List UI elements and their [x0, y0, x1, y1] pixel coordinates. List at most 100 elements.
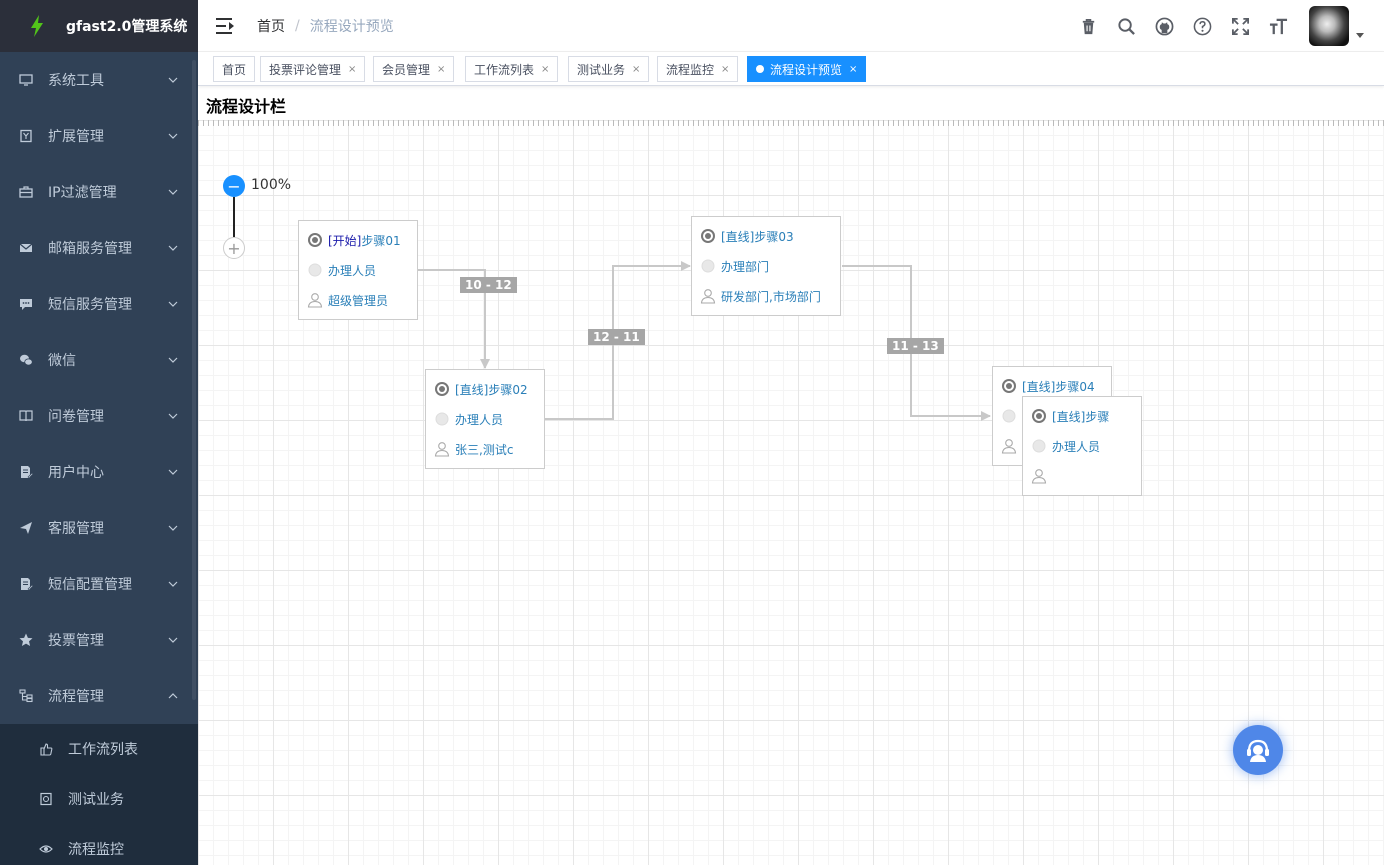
github-icon[interactable] — [1154, 16, 1174, 36]
customer-service-button[interactable] — [1233, 725, 1283, 775]
menu-fold-icon[interactable] — [215, 17, 235, 35]
chevron-down-icon — [168, 189, 178, 195]
flow-node-step03[interactable]: [直线] 步骤03 办理部门 研发部门,市场部门 — [691, 216, 841, 316]
sidebar-item-label: 测试业务 — [68, 792, 124, 808]
node-name: 步骤04 — [1055, 379, 1095, 394]
tree-icon — [18, 688, 34, 704]
sidebar-item-mail-service[interactable]: 邮箱服务管理 — [0, 220, 198, 276]
sidebar-subitem-workflow-list[interactable]: 工作流列表 — [0, 724, 198, 774]
sidebar-item-label: 系统工具 — [48, 73, 104, 89]
user-icon — [700, 288, 716, 304]
close-icon[interactable]: × — [849, 64, 857, 75]
sidebar-item-label: 微信 — [48, 353, 76, 369]
sidebar-item-ip-filter[interactable]: IP过滤管理 — [0, 164, 198, 220]
sidebar-item-label: 工作流列表 — [68, 742, 138, 758]
flow-node-step01[interactable]: [开始] 步骤01 办理人员 超级管理员 — [298, 220, 418, 320]
sidebar-item-questionnaire[interactable]: 问卷管理 — [0, 388, 198, 444]
wechat-icon — [18, 352, 34, 368]
chevron-down-icon — [168, 245, 178, 251]
node-type: [直线] — [1022, 379, 1056, 394]
sidebar-item-workflow[interactable]: 流程管理 — [0, 668, 198, 724]
node-title: [直线] 步骤03 — [692, 221, 840, 251]
node-handler: 研发部门,市场部门 — [692, 281, 840, 311]
gear-icon — [1001, 378, 1017, 394]
chevron-down-icon — [168, 301, 178, 307]
node-name: 步骤01 — [361, 233, 401, 248]
close-icon[interactable]: × — [437, 64, 445, 75]
node-name: 步骤03 — [754, 229, 794, 244]
sidebar: gfast2.0管理系统 系统工具 扩展管理 IP过滤管理 邮箱服务管理 短信服… — [0, 0, 198, 865]
sidebar-item-sms-service[interactable]: 短信服务管理 — [0, 276, 198, 332]
navbar: 首页 / 流程设计预览 — [198, 0, 1384, 52]
tag-test-business[interactable]: 测试业务 × — [568, 56, 650, 82]
tag-member[interactable]: 会员管理 × — [373, 56, 455, 82]
tag-process-design-preview[interactable]: 流程设计预览 × — [747, 56, 867, 82]
tag-vote-comment[interactable]: 投票评论管理 × — [260, 56, 366, 82]
app-title: gfast2.0管理系统 — [66, 19, 188, 35]
close-icon[interactable]: × — [348, 64, 356, 75]
lightning-icon — [31, 15, 43, 37]
document-edit-icon — [18, 464, 34, 480]
flow-node-step05[interactable]: [直线] 步骤 办理人员 — [1022, 396, 1142, 496]
tag-process-monitor[interactable]: 流程监控 × — [657, 56, 739, 82]
circle-icon — [700, 258, 716, 274]
app-root: gfast2.0管理系统 系统工具 扩展管理 IP过滤管理 邮箱服务管理 短信服… — [0, 0, 1384, 865]
sidebar-scrollbar[interactable] — [192, 60, 196, 700]
node-handler-value: 张三,测试c — [455, 442, 514, 457]
sidebar-item-label: 邮箱服务管理 — [48, 241, 132, 257]
connection-label[interactable]: 11 - 13 — [887, 338, 944, 354]
sidebar-subitem-test-business[interactable]: 测试业务 — [0, 774, 198, 824]
headset-icon — [1247, 739, 1269, 762]
node-handler-value: 研发部门,市场部门 — [721, 289, 821, 304]
sidebar-item-label: 客服管理 — [48, 521, 104, 537]
tag-home[interactable]: 首页 — [213, 56, 256, 82]
sidebar-item-system-tools[interactable]: 系统工具 — [0, 52, 198, 108]
close-icon[interactable]: × — [541, 64, 549, 75]
tag-workflow-list[interactable]: 工作流列表 × — [465, 56, 559, 82]
breadcrumb-current: 流程设计预览 — [309, 18, 394, 35]
sidebar-item-label: 流程管理 — [48, 689, 104, 705]
connection-label[interactable]: 10 - 12 — [460, 277, 517, 293]
flow-node-step02[interactable]: [直线] 步骤02 办理人员 张三,测试c — [425, 369, 545, 469]
user-icon — [1001, 438, 1017, 454]
chevron-down-icon — [168, 469, 178, 475]
node-handler-label: 办理部门 — [721, 259, 770, 274]
sidebar-item-sms-config[interactable]: 短信配置管理 — [0, 556, 198, 612]
help-icon[interactable] — [1192, 16, 1212, 36]
close-icon[interactable]: × — [632, 64, 640, 75]
flow-canvas[interactable]: − + 100% 10 - 12 12 - 11 11 - 13 [开始] 步骤0… — [198, 120, 1384, 865]
sidebar-item-extensions[interactable]: 扩展管理 — [0, 108, 198, 164]
mail-icon — [18, 240, 34, 256]
sidebar-item-label: IP过滤管理 — [48, 185, 117, 201]
sidebar-item-vote[interactable]: 投票管理 — [0, 612, 198, 668]
fullscreen-icon[interactable] — [1230, 16, 1250, 36]
node-handler — [1023, 461, 1141, 491]
avatar[interactable] — [1309, 6, 1349, 46]
connection-label[interactable]: 12 - 11 — [588, 329, 645, 345]
sidebar-item-label: 投票管理 — [48, 633, 104, 649]
trash-icon[interactable] — [1078, 16, 1098, 36]
close-icon[interactable]: × — [721, 64, 729, 75]
node-handler-type: 办理人员 — [426, 404, 544, 434]
sidebar-item-wechat[interactable]: 微信 — [0, 332, 198, 388]
logo[interactable]: gfast2.0管理系统 — [0, 0, 198, 52]
tag-label: 工作流列表 — [474, 62, 535, 77]
font-size-icon[interactable] — [1268, 16, 1288, 36]
sidebar-item-label: 用户中心 — [48, 465, 104, 481]
sidebar-item-customer-service[interactable]: 客服管理 — [0, 500, 198, 556]
sidebar-item-label: 短信服务管理 — [48, 297, 132, 313]
chevron-down-icon — [168, 413, 178, 419]
sidebar-item-label: 问卷管理 — [48, 409, 104, 425]
sidebar-item-user-center[interactable]: 用户中心 — [0, 444, 198, 500]
workflow-submenu: 工作流列表 测试业务 流程监控 — [0, 724, 198, 865]
circle-icon — [1001, 408, 1017, 424]
tag-label: 流程监控 — [666, 62, 715, 77]
node-type: [直线] — [455, 382, 489, 397]
node-handler: 张三,测试c — [426, 434, 544, 464]
search-icon[interactable] — [1116, 16, 1136, 36]
caret-down-icon[interactable] — [1356, 32, 1364, 38]
breadcrumb-home[interactable]: 首页 — [257, 16, 285, 36]
tags-view: 首页 投票评论管理 × 会员管理 × 工作流列表 × 测试业务 × 流程监控 ×… — [198, 52, 1384, 86]
sidebar-subitem-process-monitor[interactable]: 流程监控 — [0, 824, 198, 865]
star-icon — [18, 632, 34, 648]
